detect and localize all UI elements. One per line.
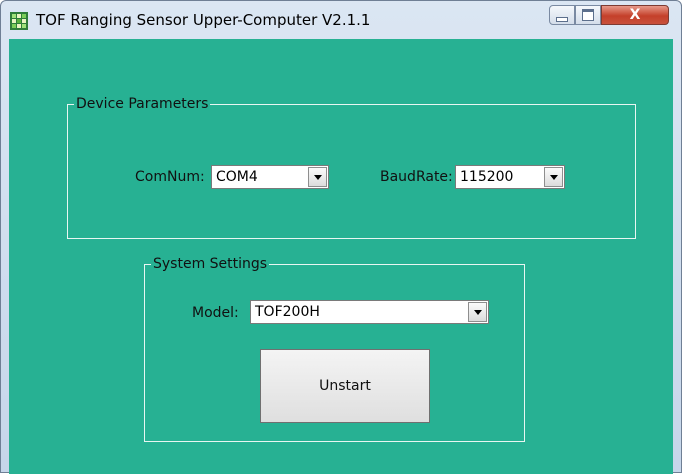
com-number-select[interactable]: COM4 bbox=[211, 165, 329, 189]
window-title: TOF Ranging Sensor Upper-Computer V2.1.1 bbox=[36, 11, 371, 29]
baud-rate-dropdown-button[interactable] bbox=[544, 167, 563, 187]
baud-rate-label: BaudRate: bbox=[380, 169, 453, 185]
com-number-dropdown-button[interactable] bbox=[308, 167, 327, 187]
chevron-down-icon bbox=[549, 174, 558, 180]
baud-rate-value: 115200 bbox=[460, 169, 514, 185]
com-number-label: ComNum: bbox=[135, 169, 205, 185]
model-select[interactable]: TOF200H bbox=[250, 300, 489, 324]
unstart-button[interactable]: Unstart bbox=[260, 349, 430, 423]
chevron-down-icon bbox=[473, 309, 482, 315]
app-window: TOF Ranging Sensor Upper-Computer V2.1.1… bbox=[0, 0, 682, 474]
model-dropdown-button[interactable] bbox=[468, 302, 487, 322]
model-label: Model: bbox=[192, 305, 239, 321]
device-parameters-legend: Device Parameters bbox=[74, 95, 211, 113]
com-number-value: COM4 bbox=[216, 169, 258, 185]
title-bar[interactable]: TOF Ranging Sensor Upper-Computer V2.1.1… bbox=[1, 1, 681, 39]
chevron-down-icon bbox=[313, 174, 322, 180]
baud-rate-select[interactable]: 115200 bbox=[455, 165, 565, 189]
maximize-icon bbox=[582, 9, 594, 21]
close-icon: X bbox=[629, 7, 641, 23]
app-icon bbox=[10, 12, 28, 30]
system-settings-legend: System Settings bbox=[151, 255, 270, 273]
minimize-button[interactable] bbox=[549, 5, 575, 25]
maximize-button[interactable] bbox=[575, 5, 601, 25]
model-value: TOF200H bbox=[255, 304, 320, 320]
minimize-icon bbox=[556, 16, 568, 22]
close-button[interactable]: X bbox=[601, 5, 669, 25]
client-area: Device Parameters ComNum: COM4 BaudRate:… bbox=[9, 39, 673, 474]
